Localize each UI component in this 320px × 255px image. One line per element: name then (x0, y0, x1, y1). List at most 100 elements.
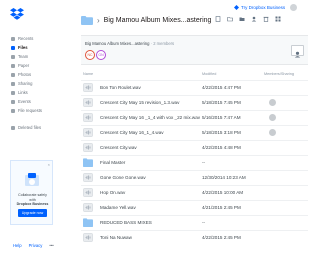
modified-date: 4/22/2015 2:45 PM (202, 235, 241, 240)
member-avatar[interactable]: GN (96, 50, 106, 60)
sidebar-item-icon (11, 125, 15, 130)
file-name[interactable]: Hop On.wav (100, 190, 125, 195)
privacy-link[interactable]: Privacy (29, 243, 43, 248)
share-button[interactable] (291, 45, 304, 58)
file-name[interactable]: Madame Yell.wav (100, 205, 136, 210)
table-row[interactable]: Gone Gone Gone.wav 12/30/2014 10:23 AM (81, 170, 308, 184)
audio-file-icon (83, 98, 93, 107)
table-row[interactable]: Crescent City May 16 _1_4 with vox _22 m… (81, 110, 308, 124)
sidebar-item-label: Team (18, 54, 29, 59)
new-shared-folder-icon[interactable] (251, 16, 257, 22)
file-name[interactable]: Crescent City.wav (100, 145, 137, 150)
table-row[interactable]: Hop On.wav 4/22/2015 10:00 AM (81, 185, 308, 199)
sidebar-item-icon (11, 54, 15, 59)
shared-folder-header: Big Mamou Album Mixes...astering · 2 mem… (81, 35, 308, 65)
file-name[interactable]: Crescent City May 16_1_4.wav (100, 130, 164, 135)
sidebar-item-label: Photos (18, 72, 32, 77)
table-row[interactable]: Madame Yell.wav 4/21/2015 2:45 PM (81, 200, 308, 214)
modified-date: 4/22/2015 10:00 AM (202, 190, 244, 195)
account-avatar[interactable] (290, 4, 297, 11)
file-name[interactable]: Final Master (100, 160, 125, 165)
sidebar-item-file-requests[interactable]: File requests (11, 107, 42, 114)
member-avatar[interactable]: NC (85, 50, 95, 60)
grid-view-icon[interactable] (275, 16, 281, 22)
promo-close-icon[interactable]: × (48, 162, 50, 167)
member-count: · 2 members (149, 41, 175, 46)
sidebar-item-label: Recents (18, 36, 34, 41)
audio-file-icon (83, 233, 93, 242)
modified-date: 5/18/2015 7:45 PM (202, 100, 241, 105)
sidebar-item-recents[interactable]: Recents (11, 35, 33, 42)
sidebar-item-events[interactable]: Events (11, 98, 31, 105)
file-name[interactable]: Toni Na Nuwaw (100, 235, 132, 240)
table-row[interactable]: Crescent City May 15 revision_1.3.wav 5/1… (81, 95, 308, 109)
sidebar-item-deleted-files[interactable]: Deleted files (11, 124, 41, 131)
business-promo-card: × Collaborate safely with Dropbox Busine… (10, 160, 53, 225)
file-name[interactable]: Bon Ton Roulet.wav (100, 85, 141, 90)
help-link[interactable]: Help (13, 243, 22, 248)
folder-icon (83, 158, 93, 167)
sidebar-item-label: Links (18, 90, 28, 95)
audio-file-icon (83, 173, 93, 182)
sidebar-item-icon (11, 81, 15, 86)
file-name[interactable]: Crescent City May 15 revision_1.3.wav (100, 100, 179, 105)
modified-date: 4/22/2015 4:48 PM (202, 145, 241, 150)
table-row[interactable]: Crescent City May 16_1_4.wav 5/18/2015 3:… (81, 125, 308, 139)
upgrade-now-button[interactable]: Upgrade now (18, 209, 47, 217)
upload-folder-icon[interactable] (227, 16, 233, 22)
page-title: Big Mamou Album Mixes...astering (103, 16, 212, 24)
sidebar-item-sharing[interactable]: Sharing (11, 80, 32, 87)
audio-file-icon (83, 203, 93, 212)
breadcrumb-separator: › (97, 15, 100, 25)
file-name[interactable]: Gone Gone Gone.wav (100, 175, 146, 180)
sidebar-item-label: Deleted files (18, 125, 42, 130)
sidebar-item-icon (11, 90, 15, 95)
audio-file-icon (83, 128, 93, 137)
sidebar-item-icon (11, 99, 15, 104)
table-header: Name Modified Members/Sharing (81, 72, 308, 79)
sidebar-item-label: File requests (18, 108, 42, 113)
audio-file-icon (83, 113, 93, 122)
modified-date: 4/22/2015 4:47 PM (202, 85, 241, 90)
table-row[interactable]: Bon Ton Roulet.wav 4/22/2015 4:47 PM (81, 80, 308, 94)
shared-member-avatar[interactable] (269, 99, 276, 106)
table-row[interactable]: Final Master -- (81, 155, 308, 169)
sidebar-item-photos[interactable]: Photos (11, 71, 31, 78)
sidebar-item-label: Paper (18, 63, 30, 68)
sidebar-item-paper[interactable]: Paper (11, 62, 29, 69)
sidebar-item-links[interactable]: Links (11, 89, 28, 96)
column-name[interactable]: Name (83, 72, 93, 76)
shared-member-avatar[interactable] (269, 114, 276, 121)
shared-member-avatar[interactable] (269, 129, 276, 136)
add-member-icon (294, 51, 301, 58)
toolbar (215, 16, 281, 22)
sidebar-item-team[interactable]: Team (11, 53, 28, 60)
audio-file-icon (83, 143, 93, 152)
column-modified[interactable]: Modified (202, 72, 216, 76)
modified-date: -- (202, 220, 206, 225)
column-sharing[interactable]: Members/Sharing (264, 72, 294, 76)
table-row[interactable]: REDUCED BASS MIXES -- (81, 215, 308, 229)
shared-folder-icon (81, 15, 93, 25)
table-row[interactable]: Crescent City.wav 4/22/2015 4:48 PM (81, 140, 308, 154)
sidebar-item-icon (11, 63, 15, 68)
modified-date: 5/16/2015 7:47 AM (202, 115, 241, 120)
shared-folder-title: Big Mamou Album Mixes...astering · 2 mem… (85, 41, 175, 46)
sidebar-item-icon (11, 108, 15, 113)
sidebar-item-label: Sharing (18, 81, 33, 86)
folder-icon (83, 218, 93, 227)
dropbox-logo-icon[interactable] (10, 8, 24, 20)
more-options-icon[interactable]: ••• (49, 243, 53, 248)
modified-date: 5/18/2015 3:18 PM (202, 130, 241, 135)
breadcrumb: › Big Mamou Album Mixes...astering (81, 14, 211, 26)
sidebar-item-label: Files (18, 45, 28, 50)
sidebar-footer: Help Privacy ••• (13, 243, 54, 248)
try-business-link[interactable]: Try Dropbox Business (234, 5, 285, 10)
table-row[interactable]: Toni Na Nuwaw 4/22/2015 2:45 PM (81, 230, 308, 244)
sidebar-item-files[interactable]: Files (11, 44, 28, 51)
file-name[interactable]: Crescent City May 16 _1_4 with vox _22 m… (100, 115, 200, 120)
file-name[interactable]: REDUCED BASS MIXES (100, 220, 152, 225)
show-deleted-icon[interactable] (263, 16, 269, 22)
new-folder-icon[interactable] (239, 16, 245, 22)
upload-file-icon[interactable] (215, 16, 221, 22)
